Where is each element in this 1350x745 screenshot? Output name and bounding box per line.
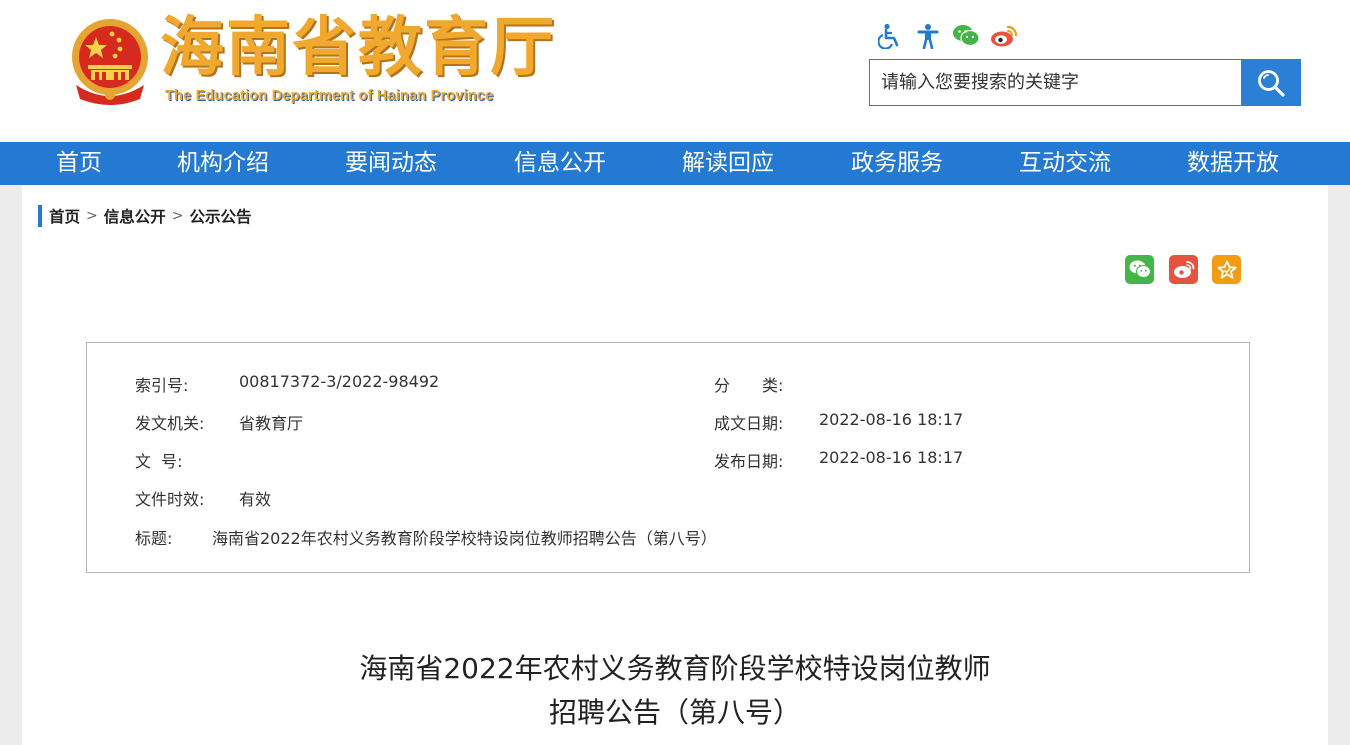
meta-docno-label: 文 号: [135,452,183,471]
nav-item-news[interactable]: 要闻动态 [288,142,494,185]
breadcrumb-announcements[interactable]: 公示公告 [190,205,252,227]
nav-item-about[interactable]: 机构介绍 [158,142,288,185]
meta-issuer-value: 省教育厅 [239,414,304,433]
meta-category-row: 分 类: [714,372,818,396]
meta-title-label: 标题: [135,529,173,548]
meta-published-label: 发布日期: [714,452,784,471]
meta-validity-row: 文件时效: 有效 [135,486,271,510]
breadcrumb: 首页 > 信息公开 > 公示公告 [38,205,252,227]
weibo-share-icon [1173,261,1194,278]
wechat-share-button[interactable] [1125,255,1154,284]
meta-created-label: 成文日期: [714,414,784,433]
accessibility-icon[interactable] [876,22,904,50]
meta-index-label: 索引号: [135,376,189,395]
nav-item-interpretation[interactable]: 解读回应 [626,142,830,185]
meta-index-row: 索引号: 00817372-3/2022-98492 [135,372,439,396]
meta-published-row: 发布日期: 2022-08-16 18:17 [714,448,963,472]
article-title-line-2: 招聘公告（第八号） [548,696,801,729]
meta-validity-label: 文件时效: [135,490,205,509]
site-title: 海南省教育厅 [160,11,556,85]
meta-published-value: 2022-08-16 18:17 [819,448,964,467]
breadcrumb-separator: > [86,208,98,224]
weibo-icon[interactable] [990,22,1018,50]
nav-item-open-data[interactable]: 数据开放 [1166,142,1300,185]
favorite-icon [1216,260,1237,279]
document-metadata: 索引号: 00817372-3/2022-98492 分 类: 发文机关: 省教… [86,342,1250,573]
national-emblem-icon [66,15,154,107]
elder-mode-icon[interactable] [914,22,942,50]
meta-issuer-label: 发文机关: [135,414,205,433]
search-box [869,59,1301,106]
article-title-line-1: 海南省2022年农村义务教育阶段学校特设岗位教师 [359,652,991,685]
site-header: 海南省教育厅 The Education Department of Haina… [0,0,1350,142]
main-nav: 首页 机构介绍 要闻动态 信息公开 解读回应 政务服务 互动交流 数据开放 [0,142,1350,185]
favorite-button[interactable] [1212,255,1241,284]
nav-item-info-disclosure[interactable]: 信息公开 [494,142,626,185]
wechat-icon[interactable] [952,22,980,50]
search-input[interactable] [870,60,1241,105]
content-panel: 首页 > 信息公开 > 公示公告 索引号: 00817372-3/2022-98… [22,185,1328,745]
weibo-share-button[interactable] [1169,255,1198,284]
wechat-share-icon [1129,260,1151,278]
nav-item-gov-services[interactable]: 政务服务 [830,142,964,185]
meta-docno-row: 文 号: [135,448,239,472]
site-subtitle: The Education Department of Hainan Provi… [165,88,494,104]
top-icons [876,22,1018,50]
meta-validity-value: 有效 [239,490,272,509]
nav-item-home[interactable]: 首页 [0,142,158,185]
meta-title-row: 标题: 海南省2022年农村义务教育阶段学校特设岗位教师招聘公告（第八号） [135,525,717,549]
article-title: 海南省2022年农村义务教育阶段学校特设岗位教师 招聘公告（第八号） [22,647,1328,735]
breadcrumb-separator: > [171,208,184,224]
meta-title-value: 海南省2022年农村义务教育阶段学校特设岗位教师招聘公告（第八号） [212,529,717,548]
breadcrumb-info-disclosure[interactable]: 信息公开 [104,205,166,227]
meta-category-label: 分 类: [714,376,784,395]
breadcrumb-home[interactable]: 首页 [49,205,80,227]
meta-created-value: 2022-08-16 18:17 [819,410,964,429]
search-button[interactable] [1241,60,1300,105]
meta-issuer-row: 发文机关: 省教育厅 [135,410,303,434]
nav-item-interaction[interactable]: 互动交流 [964,142,1166,185]
meta-index-value: 00817372-3/2022-98492 [239,372,440,391]
search-icon [1257,69,1285,97]
meta-created-row: 成文日期: 2022-08-16 18:17 [714,410,963,434]
